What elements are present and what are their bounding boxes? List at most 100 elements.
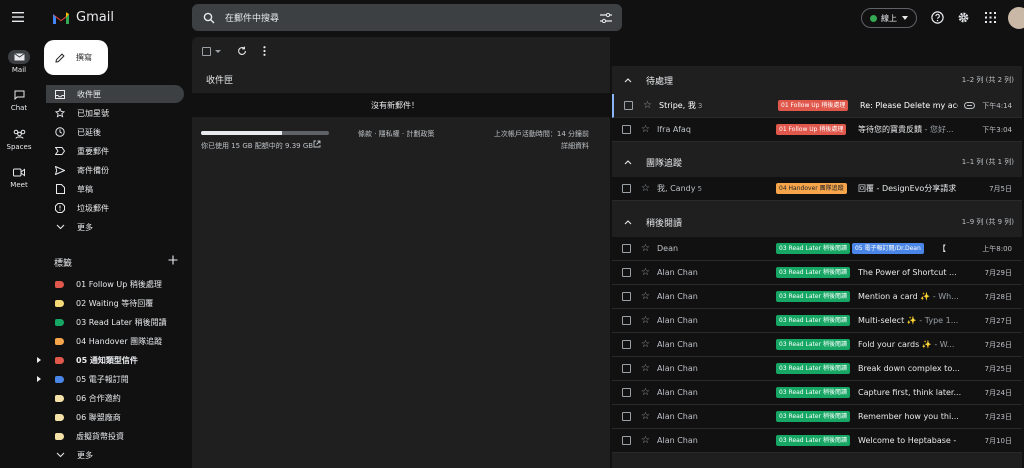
sender: Alan Chan [657, 292, 772, 301]
label-item-8[interactable]: 虛擬貨幣投資 [46, 427, 184, 445]
search-bar[interactable]: 在郵件中搜尋 [192, 4, 622, 31]
help-icon[interactable] [931, 11, 944, 24]
email-row[interactable]: ☆ Alan Chan 03 Read Later 稍後閱讀 Mention a ca… [612, 285, 1022, 309]
email-row[interactable]: ☆ Alan Chan 03 Read Later 稍後閱讀 The Power of… [612, 261, 1022, 285]
rail-mail[interactable]: Mail [0, 50, 38, 74]
rail-spaces[interactable]: Spaces [0, 127, 38, 151]
row-checkbox[interactable] [622, 388, 631, 397]
status-chip[interactable]: 線上 [861, 8, 917, 28]
details-link[interactable]: 詳細資料 [561, 141, 589, 151]
star-icon[interactable]: ☆ [641, 183, 650, 194]
nav-item-2[interactable]: 已延後 [46, 123, 184, 141]
star-icon[interactable]: ☆ [643, 100, 652, 111]
email-row[interactable]: ☆ Ifra Afaq 01 Follow Up 稍後處理 等待您的寶貴反饋 - 您好… [612, 118, 1022, 142]
sender: Alan Chan [657, 412, 772, 421]
row-checkbox[interactable] [622, 316, 631, 325]
chevron-up-icon[interactable] [624, 219, 632, 225]
rail-chat[interactable]: Chat [0, 88, 38, 112]
email-row[interactable]: ☆ Alan Chan 03 Read Later 稍後閱讀 Welcome to H… [612, 429, 1022, 453]
email-row[interactable]: ☆ Alan Chan 03 Read Later 稍後閱讀 Remember how… [612, 405, 1022, 429]
select-all-checkbox[interactable] [202, 47, 211, 56]
settings-gear-icon[interactable] [957, 11, 970, 24]
label-item-5[interactable]: 05 電子報訂閱 [37, 370, 184, 388]
label-item-3[interactable]: 04 Handover 團隊追蹤 [46, 332, 184, 350]
row-checkbox[interactable] [622, 364, 631, 373]
main-menu-icon[interactable] [12, 12, 24, 22]
expand-caret-icon[interactable] [37, 376, 41, 382]
section-header[interactable]: 稍後閱讀 1–9 列 (共 9 列) [612, 209, 1022, 235]
apps-grid-icon[interactable] [985, 12, 996, 23]
nav-item-7[interactable]: 更多 [46, 218, 184, 236]
star-icon[interactable]: ☆ [641, 411, 650, 422]
chevron-up-icon[interactable] [624, 159, 632, 165]
select-dropdown-icon[interactable] [215, 50, 221, 53]
spaces-icon [8, 127, 30, 141]
row-checkbox[interactable] [622, 340, 631, 349]
draft-icon [55, 184, 65, 194]
email-row[interactable]: ☆ Alan Chan 03 Read Later 稍後閱讀 Break down c… [612, 357, 1022, 381]
row-checkbox[interactable] [622, 268, 631, 277]
more-vert-icon[interactable] [263, 46, 266, 56]
email-row[interactable]: ☆ Alan Chan 03 Read Later 稍後閱讀 Fold your ca… [612, 333, 1022, 357]
label-chip: 03 Read Later 稍後閱讀 [776, 243, 850, 254]
email-row[interactable]: ☆ 我, Candy 5 04 Handover 團隊追蹤 回覆 - DesignEvo… [612, 177, 1022, 201]
star-icon[interactable]: ☆ [641, 124, 650, 135]
email-row[interactable]: ☆ Alan Chan 03 Read Later 稍後閱讀 Multi-select… [612, 309, 1022, 333]
star-icon[interactable]: ☆ [641, 387, 650, 398]
nav-item-0[interactable]: 收件匣 [46, 85, 184, 103]
row-checkbox[interactable] [622, 292, 631, 301]
subject-text: Re: Please Delete my acc... [860, 101, 958, 110]
star-icon[interactable]: ☆ [641, 315, 650, 326]
chevron-up-icon[interactable] [624, 77, 632, 83]
row-checkbox[interactable] [624, 101, 633, 110]
add-label-icon[interactable] [168, 255, 178, 265]
section-count: 1–9 列 (共 9 列) [961, 218, 1014, 226]
open-in-new-icon[interactable] [313, 140, 321, 148]
star-icon[interactable]: ☆ [641, 339, 650, 350]
attachment-icon [964, 102, 975, 109]
nav-item-3[interactable]: 重要郵件 [46, 142, 184, 160]
nav-item-4[interactable]: 寄件備份 [46, 161, 184, 179]
star-icon[interactable]: ☆ [641, 363, 650, 374]
row-checkbox[interactable] [622, 184, 631, 193]
row-checkbox[interactable] [622, 244, 631, 253]
star-icon[interactable]: ☆ [641, 291, 650, 302]
label-item-4[interactable]: 05 通知類型信件 [37, 351, 184, 369]
label-item-9[interactable]: 更多 [46, 446, 184, 464]
email-row[interactable]: ☆ Dean 03 Read Later 稍後閱讀 05 電子報訂閱/Dr.Dean 【… [612, 237, 1022, 261]
search-icon[interactable] [203, 12, 215, 24]
label-chip: 01 Follow Up 稍後處理 [776, 124, 847, 135]
policy-links[interactable]: 條款 · 隱私權 · 計劃政策 [358, 129, 434, 139]
filter-options-icon[interactable] [600, 12, 612, 23]
rail-label: Chat [10, 104, 28, 112]
row-checkbox[interactable] [622, 436, 631, 445]
star-icon[interactable]: ☆ [641, 267, 650, 278]
section-header[interactable]: 待處理 1–2 列 (共 2 列) [612, 67, 1022, 93]
search-input[interactable]: 在郵件中搜尋 [225, 11, 279, 24]
expand-caret-icon[interactable] [37, 357, 41, 363]
subject-text: Fold your cards ✨ [858, 340, 932, 349]
nav-item-6[interactable]: 垃圾郵件 [46, 199, 184, 217]
label-item-2[interactable]: 03 Read Later 稍後閱讀 [46, 313, 184, 331]
label-chips: 03 Read Later 稍後閱讀 [776, 291, 850, 302]
email-row[interactable]: ☆ Stripe, 我 3 01 Follow Up 稍後處理 Re: Please D… [612, 94, 1022, 118]
nav-item-1[interactable]: 已加星號 [46, 104, 184, 122]
label-item-6[interactable]: 06 合作邀約 [46, 389, 184, 407]
nav-item-5[interactable]: 草稿 [46, 180, 184, 198]
email-row[interactable]: ☆ Alan Chan 03 Read Later 稍後閱讀 Capture firs… [612, 381, 1022, 405]
online-dot-icon [870, 14, 877, 22]
star-icon[interactable]: ☆ [641, 243, 650, 254]
rail-meet[interactable]: Meet [0, 165, 38, 189]
label-item-1[interactable]: 02 Waiting 等待回覆 [46, 294, 184, 312]
nav-item-label: 垃圾郵件 [77, 203, 109, 213]
row-checkbox[interactable] [622, 412, 631, 421]
nav-item-label: 已延後 [77, 127, 101, 137]
label-item-7[interactable]: 06 聯盟廠商 [46, 408, 184, 426]
star-icon[interactable]: ☆ [641, 435, 650, 446]
avatar[interactable] [1008, 7, 1024, 29]
section-header[interactable]: 團隊追蹤 1–1 列 (共 1 列) [612, 149, 1022, 175]
refresh-icon[interactable] [237, 46, 247, 56]
row-checkbox[interactable] [622, 125, 631, 134]
sender-name: 我, Candy [657, 184, 696, 193]
label-item-0[interactable]: 01 Follow Up 稍後處理 [46, 275, 184, 293]
